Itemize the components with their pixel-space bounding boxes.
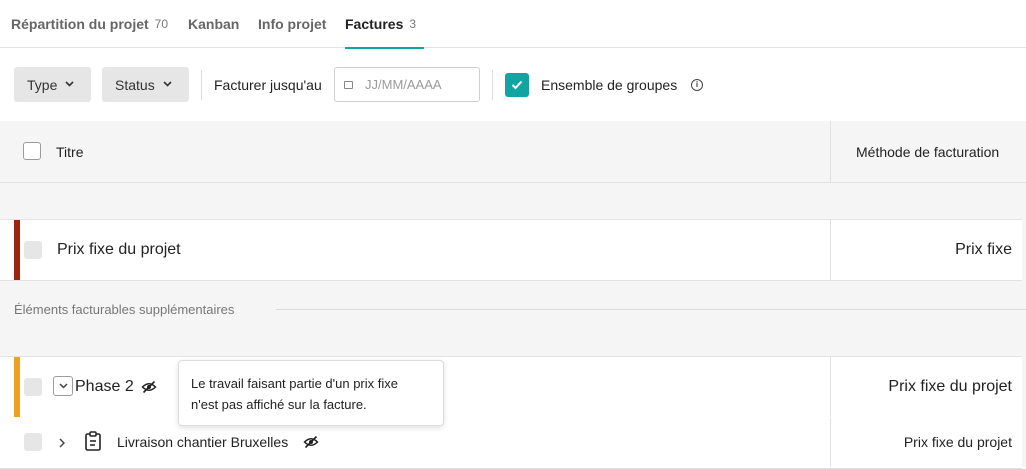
select-all-checkbox[interactable] (23, 142, 41, 160)
tab-project-info[interactable]: Info projet (258, 0, 326, 48)
toolbar-divider (201, 70, 202, 100)
column-divider (830, 418, 831, 467)
status-filter-button[interactable]: Status (102, 67, 189, 102)
row-billing-method: Prix fixe (955, 241, 1012, 258)
status-filter-label: Status (115, 76, 155, 93)
column-divider (830, 220, 831, 280)
eye-off-icon[interactable] (141, 380, 157, 399)
group-set-label: Ensemble de groupes (541, 77, 678, 93)
column-header-billing-method[interactable]: Méthode de facturation (856, 144, 999, 160)
tab-bar: Répartition du projet 70 Kanban Info pro… (0, 0, 1026, 49)
tooltip-line: n'est pas affiché sur la facture. (191, 397, 367, 412)
column-header-title[interactable]: Titre (56, 144, 83, 160)
row-color-stripe (14, 220, 20, 280)
collapse-toggle[interactable] (53, 376, 73, 396)
tab-project-breakdown[interactable]: Répartition du projet 70 (11, 0, 168, 48)
chevron-down-icon (65, 79, 74, 90)
tab-count: 70 (154, 17, 169, 31)
tab-label: Kanban (188, 16, 240, 32)
chevron-right-icon[interactable] (59, 435, 66, 453)
tooltip-line: Le travail faisant partie d'un prix fixe (191, 376, 398, 391)
chevron-down-icon (58, 383, 68, 389)
toolbar-divider (492, 70, 493, 100)
date-field[interactable] (334, 67, 480, 102)
tab-invoices[interactable]: Factures 3 (345, 0, 424, 49)
info-icon[interactable]: i (691, 79, 703, 91)
date-input[interactable] (365, 77, 475, 92)
section-divider (276, 309, 1026, 310)
row-billing-method: Prix fixe du projet (888, 378, 1012, 395)
group-set-checkbox[interactable] (505, 73, 529, 97)
tab-label: Répartition du projet (11, 16, 149, 32)
row-billing-method: Prix fixe du projet (903, 434, 1012, 450)
tab-kanban[interactable]: Kanban (188, 0, 239, 48)
tab-count: 3 (409, 17, 417, 31)
tab-label: Factures (345, 16, 404, 32)
hidden-work-tooltip: Le travail faisant partie d'un prix fixe… (178, 360, 444, 426)
row-title: Prix fixe du projet (57, 241, 181, 258)
type-filter-label: Type (27, 76, 58, 93)
column-divider (830, 121, 831, 183)
row-checkbox[interactable] (24, 433, 42, 451)
row-checkbox[interactable] (24, 241, 42, 259)
chevron-down-icon (163, 79, 172, 90)
type-filter-button[interactable]: Type (14, 67, 91, 102)
calendar-icon (344, 80, 353, 89)
row-checkbox[interactable] (24, 378, 42, 396)
column-divider (830, 357, 831, 417)
check-icon (511, 80, 523, 90)
tab-label: Info projet (258, 16, 327, 32)
eye-off-icon[interactable] (303, 435, 319, 454)
clipboard-icon (84, 431, 102, 456)
row-title: Livraison chantier Bruxelles (117, 434, 289, 450)
section-label: Éléments facturables supplémentaires (14, 302, 235, 317)
bill-until-label: Facturer jusqu'au (214, 77, 322, 93)
row-title: Phase 2 (75, 378, 134, 395)
